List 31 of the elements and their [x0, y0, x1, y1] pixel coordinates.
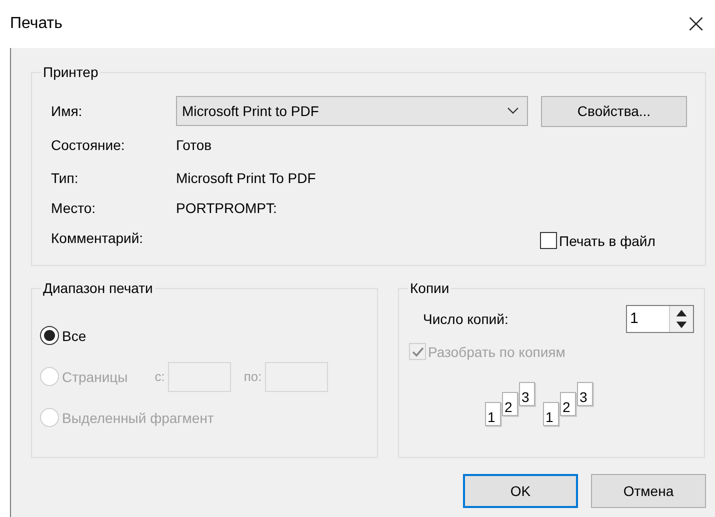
radio-label: Страницы: [62, 368, 128, 384]
window-title: Печать: [10, 15, 62, 33]
info-value: PORTPROMPT:: [176, 200, 278, 216]
close-button[interactable]: ×: [681, 4, 711, 44]
info-value: Готов: [176, 137, 213, 153]
checkbox[interactable]: [540, 232, 557, 249]
chevron-down-icon: [507, 107, 519, 115]
radio-label: Выделенный фрагмент: [62, 410, 214, 426]
info-label: Тип:: [50, 170, 80, 186]
page-to-field[interactable]: [264, 362, 328, 392]
printer-dropdown[interactable]: Microsoft Print to PDF: [176, 96, 528, 126]
field-label: с:: [154, 369, 165, 384]
info-label: Состояние:: [50, 137, 126, 153]
info-label: Комментарий:: [50, 230, 144, 246]
ok-button[interactable]: OK: [463, 474, 578, 508]
info-label: Место:: [50, 200, 97, 216]
radio-button[interactable]: [40, 326, 59, 345]
collate-drawing: 1 2 3: [542, 382, 594, 426]
info-value: Microsoft Print To PDF: [176, 170, 317, 186]
checkbox-label: Печать в файл: [559, 232, 656, 248]
checkbox-label: Разобрать по копиям: [428, 344, 566, 360]
copies-spinner[interactable]: 1: [626, 305, 694, 333]
page-from-field[interactable]: [168, 362, 231, 392]
field-label: Число копий:: [423, 311, 508, 327]
field-label: по:: [244, 369, 262, 384]
radio-label: Все: [62, 328, 86, 344]
check-icon: [410, 344, 424, 358]
cancel-button[interactable]: Отмена: [591, 474, 706, 508]
collate-drawing: 1 2 3: [484, 382, 536, 426]
field-label: Имя:: [50, 103, 84, 119]
properties-button[interactable]: Свойства...: [541, 96, 687, 126]
